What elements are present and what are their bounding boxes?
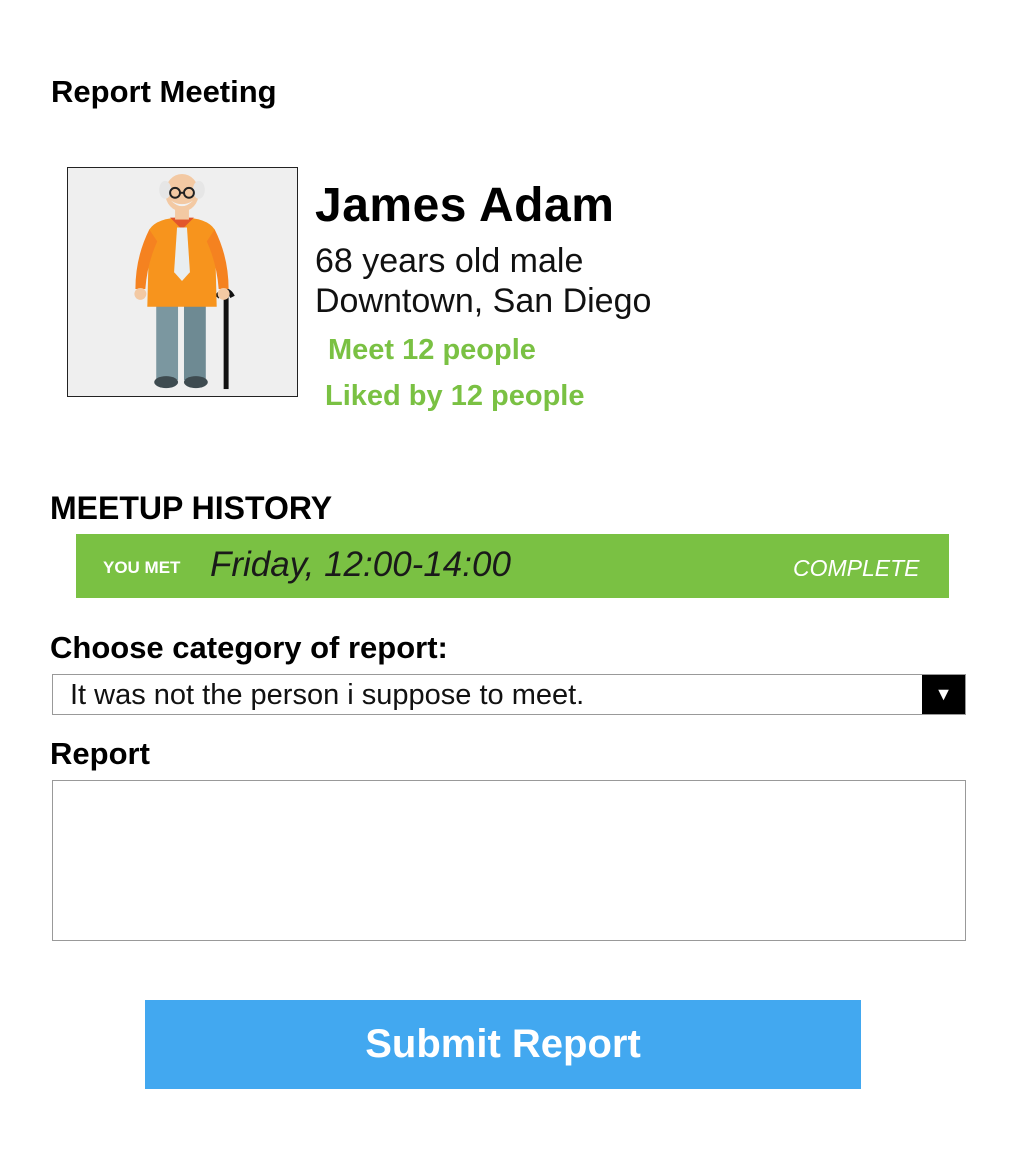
meetup-history-title: MEETUP HISTORY (50, 490, 333, 526)
submit-report-button[interactable]: Submit Report (145, 1000, 861, 1089)
liked-by-count: Liked by 12 people (325, 380, 585, 412)
history-entry-label: YOU MET (103, 558, 181, 577)
profile-name: James Adam (315, 179, 615, 232)
meetup-history-entry[interactable]: YOU MET Friday, 12:00-14:00 COMPLETE (76, 534, 949, 598)
history-entry-time: Friday, 12:00-14:00 (210, 545, 511, 584)
page-title: Report Meeting (51, 74, 277, 109)
triangle-down-icon[interactable]: ▼ (922, 675, 965, 714)
elderly-man-with-cane-avatar (134, 173, 235, 390)
report-category-select[interactable]: It was not the person i suppose to meet.… (52, 674, 966, 715)
profile-avatar (67, 167, 298, 397)
category-label: Choose category of report: (50, 630, 448, 665)
report-category-value: It was not the person i suppose to meet. (70, 679, 585, 711)
meet-count: Meet 12 people (328, 334, 536, 366)
profile-location: Downtown, San Diego (315, 282, 652, 320)
profile-age-gender: 68 years old male (315, 242, 584, 280)
report-label: Report (50, 736, 150, 771)
history-entry-status: COMPLETE (793, 555, 920, 581)
report-textarea[interactable] (52, 780, 966, 941)
